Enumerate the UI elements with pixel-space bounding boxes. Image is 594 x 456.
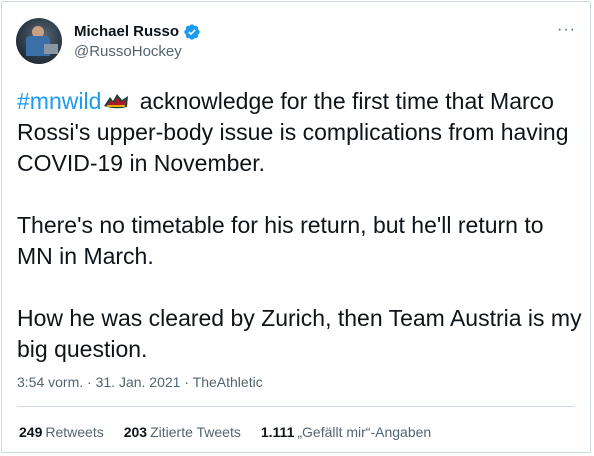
tweet-source[interactable]: TheAthletic — [193, 374, 263, 390]
meta-separator: · — [180, 374, 193, 390]
tweet-card: Michael Russo @RussoHockey ··· #mnwild a… — [1, 1, 591, 453]
hashtag-link[interactable]: #mnwild — [17, 88, 101, 114]
author-info: Michael Russo @RussoHockey — [74, 22, 201, 62]
likes-count: 1.111 — [260, 424, 295, 440]
minnesota-wild-logo-icon — [103, 87, 129, 109]
retweets-count: 249 — [19, 424, 43, 440]
retweets-stat[interactable]: 249 Retweets — [19, 424, 104, 440]
likes-label: „Gefällt mir“-Angaben — [297, 424, 432, 440]
tweet-meta: 3:54 vorm. · 31. Jan. 2021 · TheAthletic — [17, 374, 263, 390]
tweet-paragraph-3: How he was cleared by Zurich, then Team … — [17, 305, 588, 362]
verified-badge-icon — [183, 23, 201, 41]
tweet-stats: 249 Retweets 203 Zitierte Tweets 1.111 „Gef… — [19, 424, 431, 440]
meta-separator: · — [83, 374, 96, 390]
likes-stat[interactable]: 1.111 „Gefällt mir“-Angaben — [261, 424, 431, 440]
quote-tweets-count: 203 — [123, 424, 148, 440]
tweet-date[interactable]: 31. Jan. 2021 — [96, 374, 181, 390]
quote-tweets-stat[interactable]: 203 Zitierte Tweets — [124, 424, 241, 440]
author-handle[interactable]: @RussoHockey — [74, 42, 201, 62]
tweet-time[interactable]: 3:54 vorm. — [17, 374, 83, 390]
quote-tweets-label: Zitierte Tweets — [150, 424, 241, 440]
tweet-paragraph-2: There's no timetable for his return, but… — [17, 212, 550, 269]
tweet-text: #mnwild acknowledge for the first time t… — [17, 86, 582, 365]
author-display-name[interactable]: Michael Russo — [74, 22, 179, 41]
more-options-icon[interactable]: ··· — [557, 22, 576, 38]
author-name-row[interactable]: Michael Russo — [74, 22, 201, 41]
retweets-label: Retweets — [45, 424, 104, 440]
divider — [17, 406, 575, 407]
avatar[interactable] — [16, 18, 62, 64]
